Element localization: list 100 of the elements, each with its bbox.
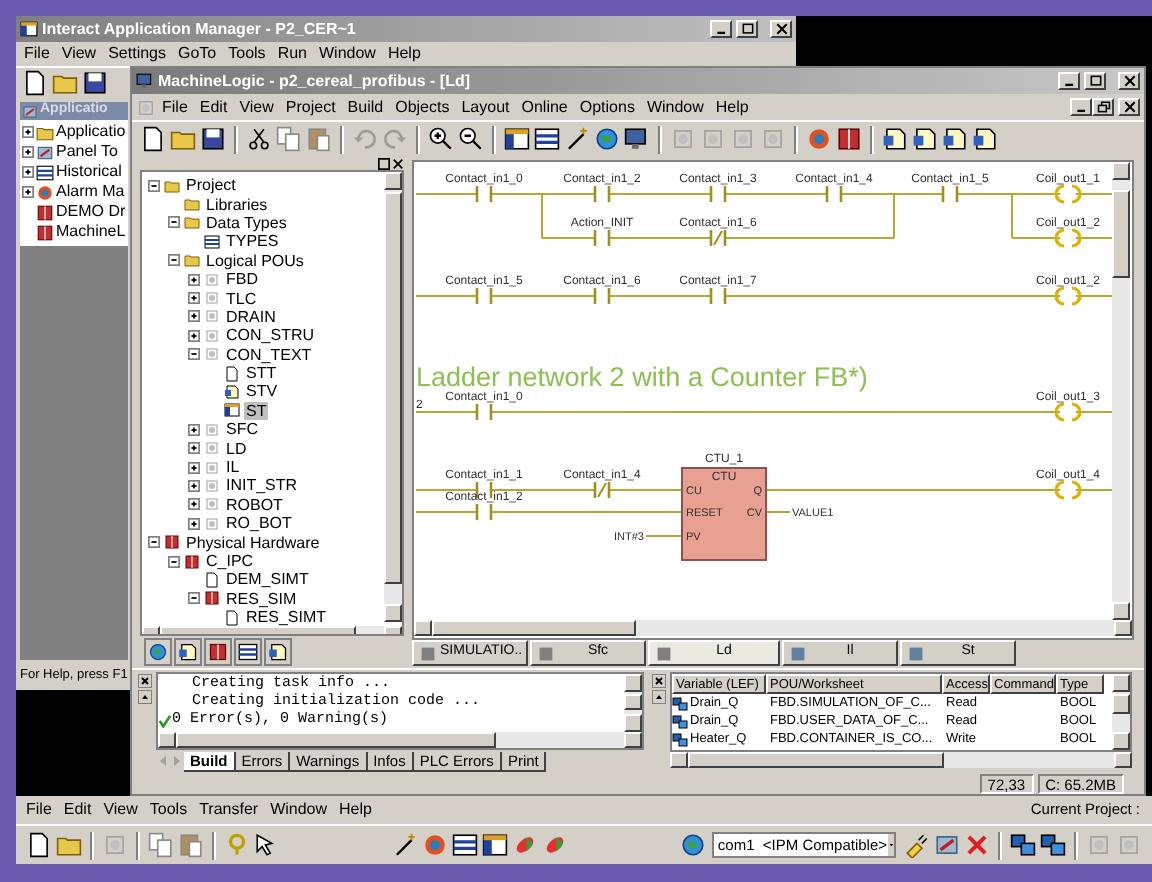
panel-icon[interactable] — [451, 832, 478, 858]
book-icon[interactable] — [836, 126, 862, 152]
close-icon[interactable] — [392, 157, 404, 169]
vertical-scrollbar[interactable] — [384, 172, 402, 622]
menu-item[interactable]: Window — [640, 95, 710, 119]
window-icon[interactable] — [504, 126, 530, 152]
tree-item[interactable]: RES_SIM — [224, 589, 299, 608]
tree-item[interactable]: INIT_STR — [224, 476, 300, 495]
menu-item[interactable]: Project — [279, 95, 342, 119]
tree-item[interactable]: Project — [184, 176, 238, 195]
close-button[interactable] — [770, 20, 792, 38]
globe-icon[interactable] — [594, 126, 620, 152]
menu-item[interactable]: Settings — [102, 42, 172, 66]
tree-item[interactable]: MachineL — [56, 220, 126, 244]
tree-toggle[interactable] — [188, 442, 200, 455]
menu-item[interactable]: Tools — [222, 42, 272, 66]
note-icon[interactable] — [268, 642, 288, 662]
tree-toggle[interactable] — [188, 329, 200, 342]
menu-item[interactable]: File — [20, 798, 58, 822]
tree-item[interactable]: STV — [244, 382, 280, 401]
tree-item[interactable]: CON_TEXT — [224, 345, 314, 364]
panel-icon[interactable] — [238, 642, 258, 662]
menu-item[interactable]: Options — [573, 95, 641, 119]
vertical-scrollbar[interactable] — [624, 674, 642, 732]
note-icon[interactable] — [942, 126, 968, 152]
tool-icon[interactable] — [933, 832, 960, 858]
tree-item[interactable]: RES_SIMT — [244, 608, 329, 627]
tree-toggle[interactable] — [188, 292, 200, 305]
tool-icon[interactable] — [22, 103, 38, 119]
tree-item[interactable]: Libraries — [204, 195, 270, 214]
document-icon[interactable] — [224, 365, 240, 382]
note-icon[interactable] — [178, 642, 198, 662]
globe-icon[interactable] — [148, 642, 168, 662]
tree-item[interactable]: Historical — [56, 160, 122, 184]
network-icon[interactable] — [1009, 832, 1036, 858]
book-icon[interactable] — [184, 553, 200, 569]
menu-item[interactable]: GoTo — [172, 42, 223, 66]
tree-item[interactable]: IL — [224, 458, 242, 477]
window-icon[interactable] — [481, 832, 508, 858]
tree-item[interactable]: SFC — [224, 420, 260, 439]
menu-item[interactable]: View — [97, 798, 144, 822]
close-button[interactable] — [1118, 72, 1140, 90]
tool-icon[interactable] — [36, 143, 54, 161]
document-icon[interactable] — [140, 126, 166, 152]
folder-icon[interactable] — [170, 126, 196, 152]
tree-item[interactable]: DEM_SIMT — [224, 570, 311, 589]
tree-toggle[interactable] — [148, 536, 160, 549]
tree-toggle[interactable] — [188, 273, 200, 286]
tree-item[interactable]: C_IPC — [204, 552, 256, 570]
tree-toggle[interactable] — [188, 517, 200, 530]
tree-toggle[interactable] — [188, 592, 200, 605]
leaf-icon[interactable] — [541, 832, 568, 858]
horizontal-scrollbar[interactable] — [670, 752, 1132, 768]
close-button[interactable] — [1118, 98, 1140, 116]
wand-icon[interactable] — [564, 126, 590, 152]
menu-item[interactable]: Edit — [193, 95, 234, 119]
tree-item[interactable]: DEMO Dr — [56, 200, 126, 224]
note-icon[interactable] — [972, 126, 998, 152]
minimize-button[interactable] — [1070, 98, 1092, 116]
note-icon[interactable] — [882, 126, 908, 152]
tree-toggle[interactable] — [188, 423, 200, 436]
tree-item[interactable]: RO_BOT — [224, 514, 294, 533]
tree-toggle[interactable] — [168, 216, 180, 229]
menu-item[interactable]: Window — [264, 798, 334, 822]
restore-icon[interactable] — [378, 157, 390, 169]
tree-toggle[interactable] — [188, 348, 200, 361]
vertical-scrollbar[interactable] — [1112, 674, 1130, 750]
window-icon[interactable] — [224, 402, 240, 419]
maximize-button[interactable] — [1084, 72, 1106, 90]
restore-button[interactable] — [1092, 98, 1114, 116]
minimize-button[interactable] — [710, 20, 732, 38]
close-icon[interactable] — [652, 674, 666, 688]
tree-toggle[interactable] — [188, 479, 200, 492]
tree-item[interactable]: LD — [224, 439, 249, 458]
maximize-button[interactable] — [736, 20, 758, 38]
menu-item[interactable]: Help — [333, 798, 378, 822]
tree-toggle[interactable] — [22, 126, 34, 138]
wand-icon[interactable] — [391, 832, 418, 858]
globe-icon[interactable] — [679, 832, 706, 858]
menu-item[interactable]: View — [233, 95, 280, 119]
menu-item[interactable]: Build — [341, 95, 390, 119]
book-icon[interactable] — [36, 223, 54, 241]
horizontal-scrollbar[interactable] — [414, 620, 1132, 636]
vertical-scrollbar[interactable] — [1112, 162, 1130, 620]
tree-toggle[interactable] — [168, 555, 180, 567]
menu-item[interactable]: Objects — [389, 95, 456, 119]
tree-item[interactable]: FBD — [224, 270, 260, 289]
note-icon[interactable] — [224, 383, 240, 400]
tree-item[interactable]: STT — [244, 364, 279, 383]
plug-icon[interactable] — [903, 832, 930, 858]
menu-item[interactable]: Edit — [57, 798, 98, 822]
menu-item[interactable]: Help — [709, 95, 755, 119]
book-icon[interactable] — [36, 203, 54, 221]
menu-item[interactable]: File — [18, 42, 56, 66]
folder-icon[interactable] — [56, 832, 82, 858]
tree-toggle[interactable] — [22, 186, 34, 198]
tree-item[interactable]: DRAIN — [224, 307, 278, 326]
tree-item[interactable]: TYPES — [224, 232, 281, 251]
clipboard-icon[interactable] — [178, 832, 204, 858]
tree-item[interactable]: Logical POUs — [204, 251, 306, 270]
